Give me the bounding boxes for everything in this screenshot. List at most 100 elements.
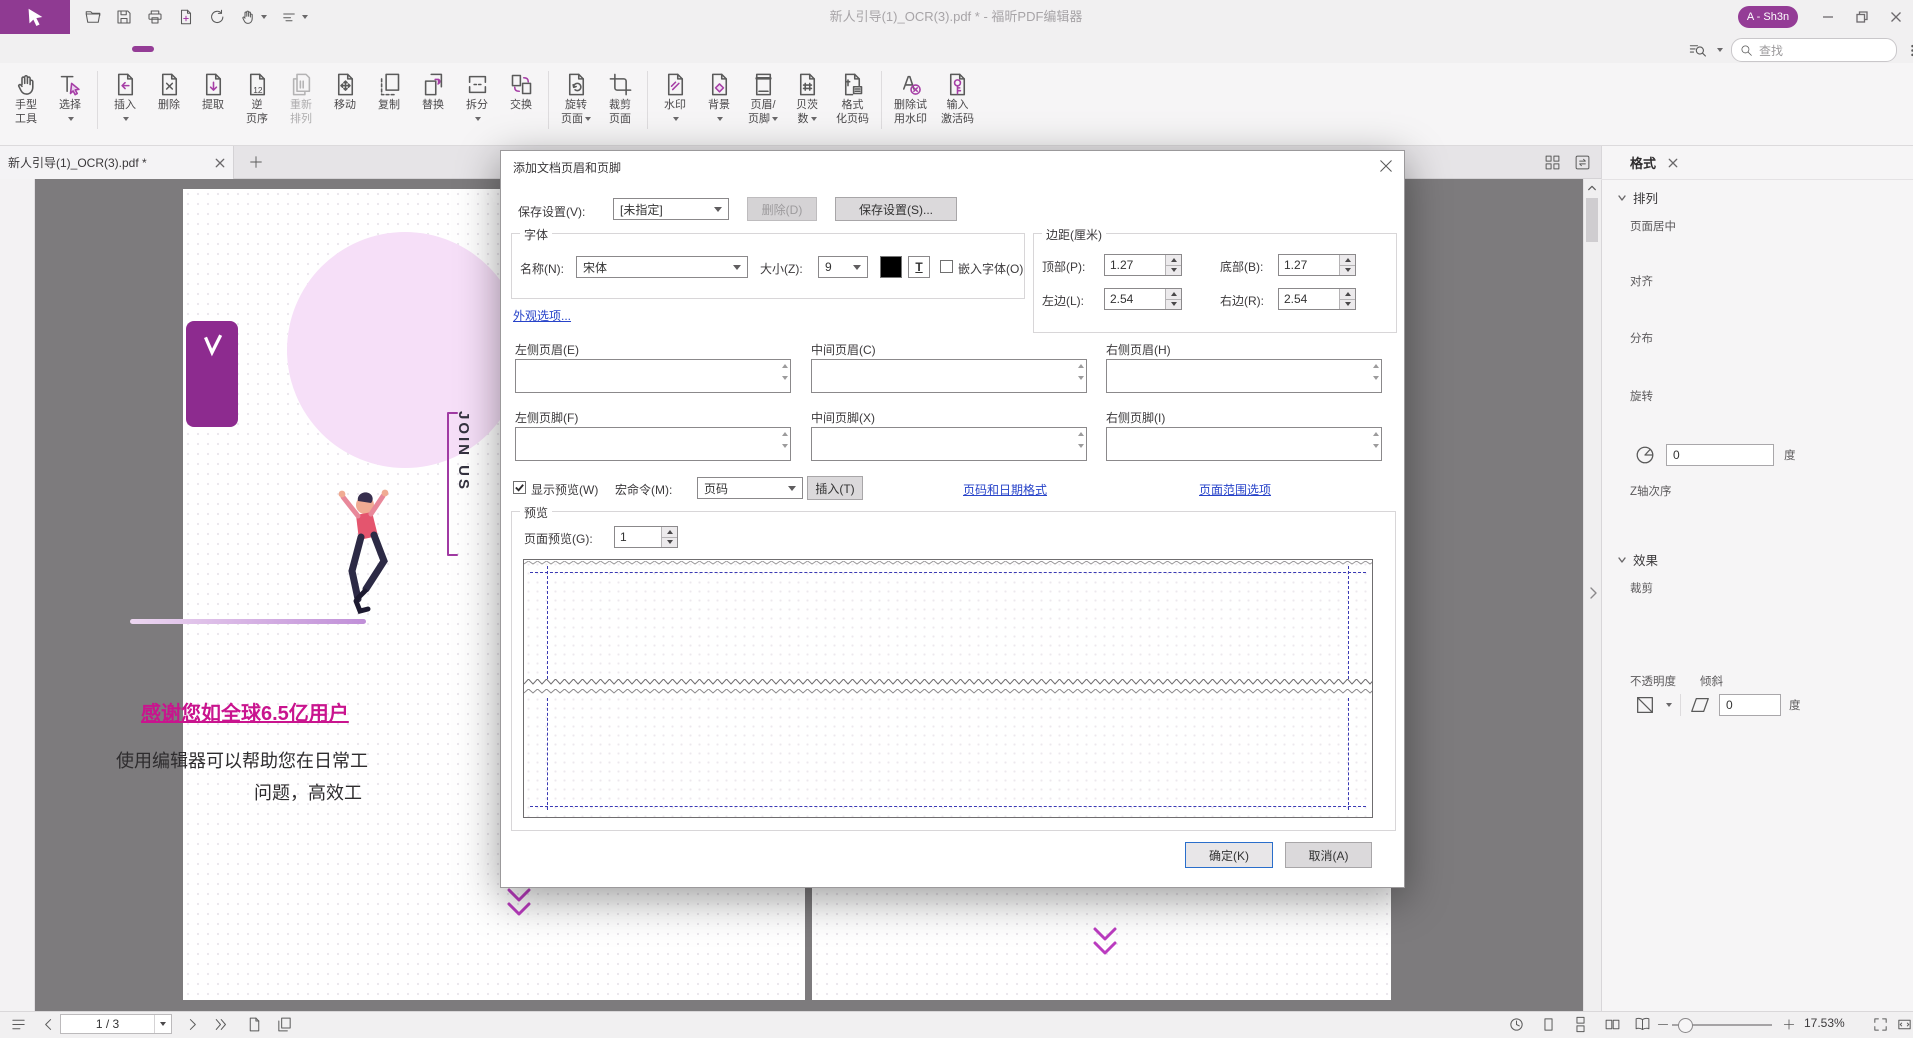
menu-item[interactable] <box>342 46 364 52</box>
align-button[interactable] <box>1763 293 1785 315</box>
crop-tool-button[interactable] <box>1680 634 1702 656</box>
page-dropdown[interactable] <box>154 1015 171 1033</box>
close-document-icon[interactable] <box>215 158 225 168</box>
embed-font-checkbox[interactable] <box>940 260 953 273</box>
menu-item[interactable] <box>312 46 334 52</box>
ribbon-button[interactable]: 贝茨 数 <box>785 63 829 126</box>
quick-button[interactable] <box>177 8 195 26</box>
centering-button[interactable] <box>1634 238 1656 260</box>
crop-shape-button[interactable] <box>1824 599 1846 621</box>
menu-item[interactable] <box>12 46 34 52</box>
appearance-options-link[interactable]: 外观选项... <box>513 307 571 324</box>
snapshot-page-icon[interactable] <box>246 1016 263 1033</box>
align-button[interactable] <box>1634 293 1656 315</box>
more-options-icon[interactable] <box>1905 43 1913 58</box>
sidebar-panel-button[interactable] <box>7 350 27 370</box>
centering-button[interactable] <box>1696 238 1718 260</box>
zoom-slider-knob[interactable] <box>1678 1018 1693 1033</box>
header-right-textarea[interactable] <box>1106 359 1382 393</box>
align-button[interactable] <box>1806 293 1828 315</box>
opacity-caret-icon[interactable] <box>1666 703 1672 707</box>
format-panel-tab[interactable]: 格式 <box>1630 153 1678 172</box>
menu-item[interactable] <box>222 46 244 52</box>
ribbon-button[interactable]: 替换 <box>411 63 455 112</box>
effects-section-header[interactable]: 效果 <box>1617 550 1658 569</box>
rotate-button[interactable] <box>1722 407 1744 429</box>
rotate-angle-input[interactable]: 0 <box>1666 444 1774 466</box>
align-button[interactable] <box>1677 293 1699 315</box>
quick-button[interactable] <box>146 8 164 26</box>
footer-right-textarea[interactable] <box>1106 427 1382 461</box>
quick-button[interactable] <box>239 8 267 26</box>
ribbon-button[interactable]: 移动 <box>323 63 367 112</box>
ribbon-button[interactable]: 拆分 <box>455 63 499 126</box>
crop-shape-button[interactable] <box>1710 599 1732 621</box>
document-tab[interactable]: 新人引导(1)_OCR(3).pdf * <box>0 146 234 179</box>
ribbon-button[interactable]: 页眉/ 页脚 <box>741 63 785 126</box>
menu-item[interactable] <box>102 46 124 52</box>
preset-select[interactable]: [未指定] <box>613 198 729 220</box>
fit-screen-icon[interactable] <box>1872 1016 1889 1033</box>
page-date-format-link[interactable]: 页码和日期格式 <box>963 481 1047 498</box>
ribbon-button[interactable]: 手型 工具 <box>4 63 48 126</box>
app-logo[interactable] <box>0 0 70 34</box>
ribbon-button[interactable]: 复制 <box>367 63 411 112</box>
crop-shape-button[interactable] <box>1672 599 1694 621</box>
sidebar-panel-button[interactable] <box>7 259 27 279</box>
scrollbar-thumb[interactable] <box>1586 198 1598 242</box>
margin-right-spinner[interactable]: 2.54 <box>1278 288 1356 310</box>
menu-item[interactable] <box>252 46 274 52</box>
book-view-icon[interactable] <box>1634 1016 1651 1033</box>
next-page-icon[interactable] <box>184 1016 201 1033</box>
save-settings-button[interactable]: 保存设置(S)... <box>835 197 957 221</box>
rotate-button[interactable] <box>1678 407 1700 429</box>
quick-button[interactable] <box>208 8 226 26</box>
ok-button[interactable]: 确定(K) <box>1185 842 1273 868</box>
crop-shape-button[interactable] <box>1634 599 1656 621</box>
minimize-button[interactable] <box>1812 0 1844 34</box>
continuous-view-icon[interactable] <box>1572 1016 1589 1033</box>
sidebar-panel-button[interactable] <box>7 487 27 507</box>
fullscreen-icon[interactable] <box>1896 1016 1913 1033</box>
header-left-textarea[interactable] <box>515 359 791 393</box>
crop-shape-button[interactable] <box>1748 599 1770 621</box>
ribbon-button[interactable]: 删除 <box>147 63 191 112</box>
facing-view-icon[interactable] <box>1604 1016 1621 1033</box>
menu-item[interactable] <box>192 46 214 52</box>
menu-item[interactable] <box>42 46 64 52</box>
font-size-select[interactable]: 9 <box>818 256 868 278</box>
zoom-in-icon[interactable] <box>1782 1016 1796 1033</box>
advanced-find-icon[interactable] <box>1688 41 1707 60</box>
find-caret-icon[interactable] <box>1717 48 1723 52</box>
ribbon-button[interactable]: 交换 <box>499 63 543 112</box>
status-menu-icon[interactable] <box>10 1016 27 1033</box>
macro-select[interactable]: 页码 <box>697 477 803 499</box>
quick-button[interactable] <box>84 8 102 26</box>
cancel-button[interactable]: 取消(A) <box>1285 842 1372 868</box>
menu-item[interactable] <box>162 46 184 52</box>
menu-item[interactable] <box>372 46 394 52</box>
rotate-button[interactable] <box>1766 407 1788 429</box>
quick-button[interactable] <box>115 8 133 26</box>
page-preview-spinner[interactable]: 1 <box>614 526 678 548</box>
ribbon-button[interactable]: 删除试 用水印 <box>887 63 934 126</box>
sidebar-panel-button[interactable] <box>7 211 27 231</box>
ribbon-button[interactable]: 裁剪 页面 <box>598 63 642 126</box>
ribbon-button[interactable]: 12 逆 页序 <box>235 63 279 126</box>
search-input[interactable]: 查找 <box>1731 38 1897 62</box>
font-color-swatch[interactable] <box>880 256 902 278</box>
ribbon-button[interactable]: 提取 <box>191 63 235 112</box>
sidebar-panel-button[interactable] <box>7 440 27 460</box>
delete-preset-button[interactable]: 删除(D) <box>747 197 817 221</box>
menu-item[interactable] <box>132 46 154 52</box>
ribbon-button[interactable]: 背景 <box>697 63 741 126</box>
ribbon-button[interactable]: 水印 <box>653 63 697 126</box>
margin-left-spinner[interactable]: 2.54 <box>1104 288 1182 310</box>
crop-tool-button[interactable] <box>1634 634 1656 656</box>
ribbon-button[interactable]: 重新 排列 <box>279 63 323 126</box>
zoom-out-icon[interactable] <box>1656 1016 1670 1033</box>
view-rotate-icon[interactable] <box>1508 1016 1525 1033</box>
panel-collapse-icon[interactable] <box>1589 586 1598 600</box>
distribute-button[interactable] <box>1634 349 1656 371</box>
close-window-button[interactable] <box>1880 0 1912 34</box>
